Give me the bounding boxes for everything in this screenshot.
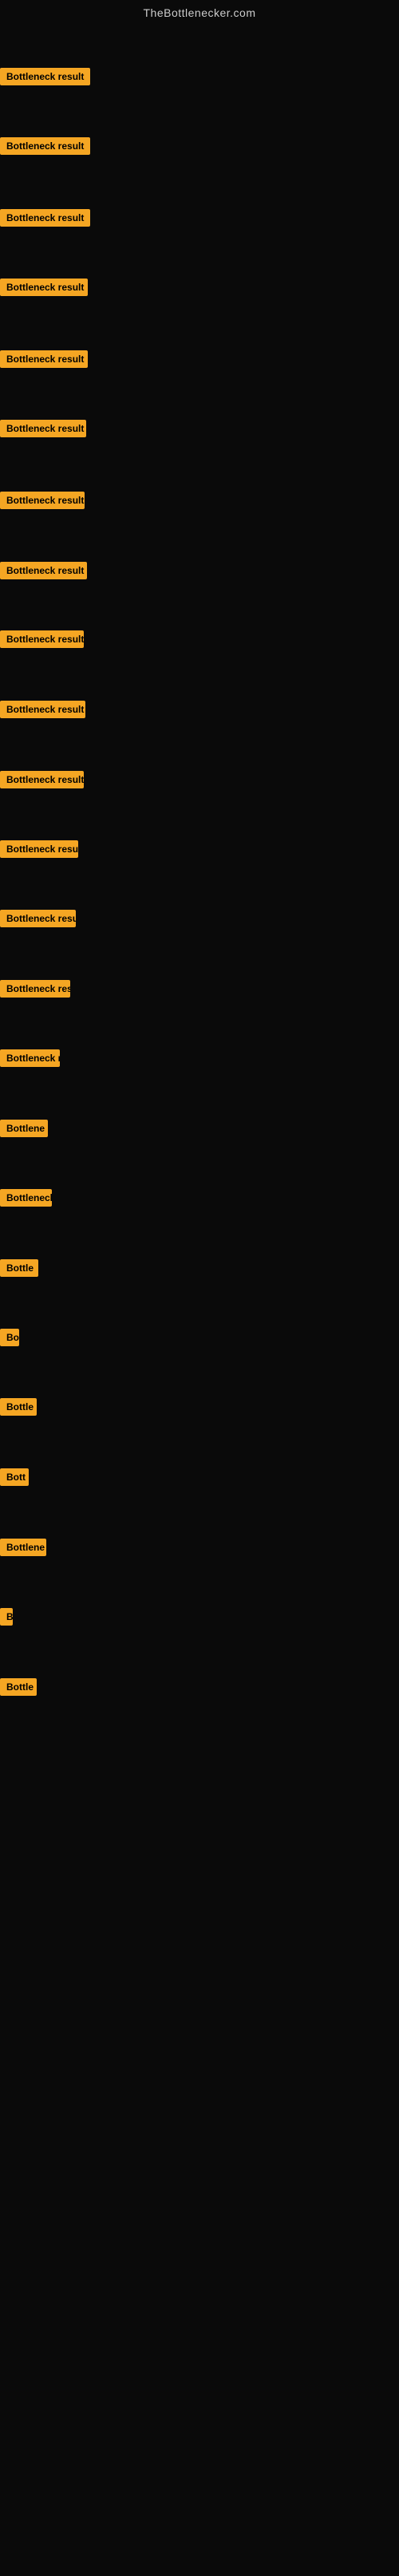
bottleneck-result-item: Bottleneck result bbox=[0, 279, 88, 300]
bottleneck-badge[interactable]: B bbox=[0, 1608, 13, 1626]
bottleneck-result-item: Bottleneck result bbox=[0, 630, 84, 652]
bottleneck-result-item: Bottle bbox=[0, 1678, 37, 1700]
bottleneck-badge[interactable]: Bottleneck result bbox=[0, 350, 88, 368]
bottleneck-badge[interactable]: Bottleneck result bbox=[0, 279, 88, 296]
bottleneck-result-item: Bott bbox=[0, 1468, 29, 1490]
bottleneck-result-item: Bottleneck result bbox=[0, 420, 86, 441]
bottleneck-badge[interactable]: Bottle bbox=[0, 1259, 38, 1277]
bottleneck-badge[interactable]: Bott bbox=[0, 1468, 29, 1486]
bottleneck-result-item: Bottle bbox=[0, 1398, 37, 1420]
bottleneck-result-item: Bottleneck resul bbox=[0, 840, 78, 862]
bottleneck-result-item: B bbox=[0, 1608, 13, 1630]
bottleneck-result-item: Bottleneck result bbox=[0, 137, 90, 159]
bottleneck-badge[interactable]: Bottleneck resul bbox=[0, 840, 78, 858]
bottleneck-badge[interactable]: Bottle bbox=[0, 1398, 37, 1416]
bottleneck-result-item: Bottleneck result bbox=[0, 209, 90, 231]
bottleneck-badge[interactable]: Bo bbox=[0, 1329, 19, 1346]
bottleneck-result-item: Bottleneck result bbox=[0, 910, 76, 931]
site-title: TheBottlenecker.com bbox=[0, 0, 399, 22]
bottleneck-result-item: Bottleneck result bbox=[0, 701, 85, 722]
bottleneck-result-item: Bottleneck result bbox=[0, 771, 84, 792]
bottleneck-badge[interactable]: Bottleneck result bbox=[0, 701, 85, 718]
bottleneck-result-item: Bottleneck result bbox=[0, 68, 90, 89]
bottleneck-result-item: Bottleneck result bbox=[0, 350, 88, 372]
bottleneck-result-item: Bottleneck resul bbox=[0, 980, 70, 1002]
bottleneck-badge[interactable]: Bottlene bbox=[0, 1120, 48, 1137]
bottleneck-result-item: Bottleneck result bbox=[0, 562, 87, 583]
bottleneck-badge[interactable]: Bottleneck result bbox=[0, 630, 84, 648]
bottleneck-badge[interactable]: Bottleneck result bbox=[0, 68, 90, 85]
bottleneck-badge[interactable]: Bottlene bbox=[0, 1539, 46, 1556]
bottleneck-result-item: Bottle bbox=[0, 1259, 38, 1281]
bottleneck-badge[interactable]: Bottleneck result bbox=[0, 562, 87, 579]
bottleneck-badge[interactable]: Bottleneck result bbox=[0, 137, 90, 155]
bottleneck-result-item: Bottleneck r bbox=[0, 1049, 60, 1071]
bottleneck-result-item: Bottlene bbox=[0, 1539, 46, 1560]
bottleneck-badge[interactable]: Bottleneck bbox=[0, 1189, 52, 1207]
bottleneck-result-item: Bottlene bbox=[0, 1120, 48, 1141]
bottleneck-badge[interactable]: Bottleneck result bbox=[0, 492, 85, 509]
bottleneck-result-item: Bottleneck bbox=[0, 1189, 52, 1211]
bottleneck-badge[interactable]: Bottleneck resul bbox=[0, 980, 70, 998]
bottleneck-badge[interactable]: Bottleneck r bbox=[0, 1049, 60, 1067]
bottleneck-badge[interactable]: Bottleneck result bbox=[0, 771, 84, 788]
bottleneck-badge[interactable]: Bottleneck result bbox=[0, 910, 76, 927]
bottleneck-badge[interactable]: Bottleneck result bbox=[0, 209, 90, 227]
bottleneck-result-item: Bottleneck result bbox=[0, 492, 85, 513]
bottleneck-badge[interactable]: Bottle bbox=[0, 1678, 37, 1696]
bottleneck-badge[interactable]: Bottleneck result bbox=[0, 420, 86, 437]
bottleneck-result-item: Bo bbox=[0, 1329, 19, 1350]
